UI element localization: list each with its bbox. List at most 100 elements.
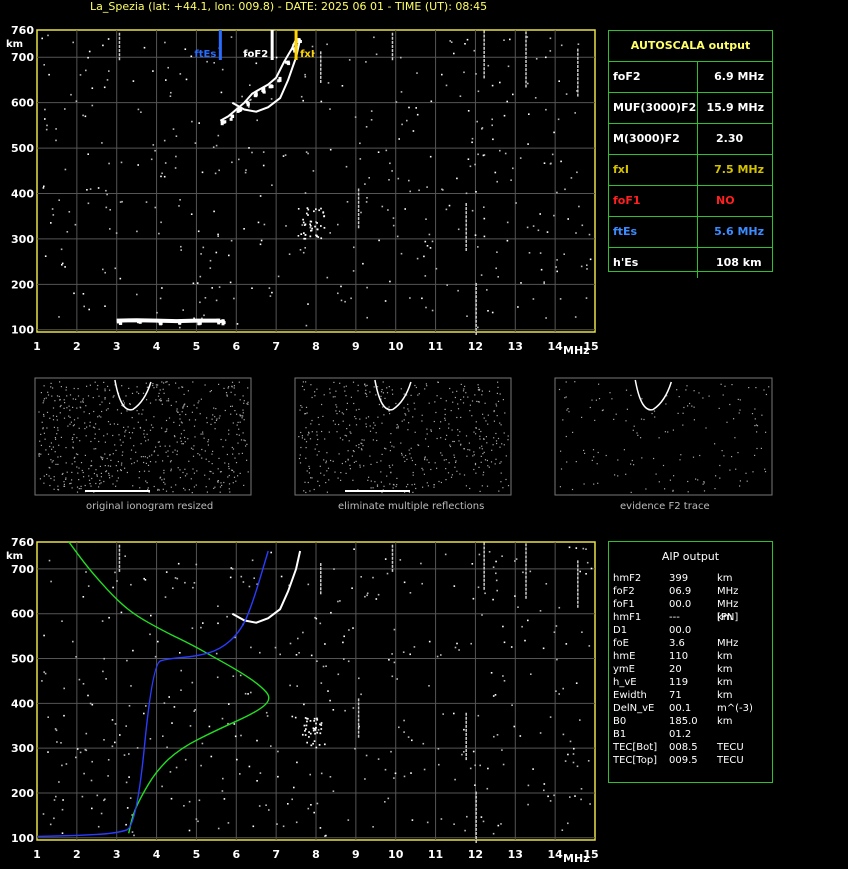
noise-dot [535, 58, 538, 60]
noise-dot [43, 185, 45, 188]
thumbnail-dot [176, 410, 178, 412]
noise-dot [438, 763, 440, 766]
noise-dot [547, 795, 549, 798]
thumbnail-dot [223, 481, 225, 484]
thumbnail-dot [155, 384, 157, 386]
thumbnail-dot [139, 487, 141, 489]
thumbnail-dot [363, 439, 365, 441]
thumbnail-dot [107, 465, 109, 467]
echo-cluster [309, 720, 312, 722]
thumbnail-dot [227, 476, 229, 478]
noise-dot [483, 206, 485, 208]
noise-dot [136, 747, 139, 749]
thumbnail-dot [146, 482, 148, 484]
thumbnail-dot [68, 405, 70, 407]
noise-dot [384, 801, 386, 803]
thumbnail-dot [72, 398, 74, 400]
thumbnail-dot [179, 477, 181, 479]
noise-dot [196, 282, 199, 284]
interference-streak [465, 712, 467, 716]
thumbnail-dot [597, 451, 599, 454]
noise-dot [203, 314, 205, 317]
interference-streak [391, 560, 394, 564]
thumbnail-dot [625, 420, 627, 422]
noise-dot [350, 297, 352, 300]
noise-dot [545, 583, 548, 585]
noise-dot [120, 161, 123, 164]
thumbnail-dot [415, 487, 417, 490]
noise-dot [353, 246, 355, 249]
thumbnail-dot [49, 417, 51, 419]
noise-dot [291, 715, 294, 718]
interference-streak [483, 71, 485, 75]
noise-dot [169, 95, 172, 97]
thumbnail-dot [89, 384, 91, 386]
thumbnail-dot [685, 389, 687, 391]
thumbnail-dot [597, 482, 599, 484]
aip-label: foE [613, 638, 629, 649]
thumbnail-dot [43, 432, 45, 434]
noise-dot [534, 97, 537, 99]
thumbnail-dot [155, 461, 157, 463]
noise-dot [297, 208, 300, 210]
thumbnail-dot [316, 431, 318, 433]
noise-dot [91, 703, 94, 706]
thumbnail-dot [103, 381, 105, 383]
thumbnail-dot [115, 465, 117, 467]
thumbnail-dot [222, 446, 224, 448]
noise-dot [527, 803, 529, 806]
thumbnail-dot [381, 453, 383, 455]
echo-cluster [308, 736, 310, 738]
thumbnail-dot [676, 389, 678, 391]
thumbnail-dot [148, 470, 150, 472]
thumbnail-dot [50, 477, 52, 480]
noise-dot [123, 754, 126, 756]
noise-dot [515, 202, 517, 204]
noise-dot [589, 258, 592, 261]
thumbnail-dot [196, 407, 198, 409]
thumbnail-dot [378, 403, 380, 406]
thumbnail-dot [362, 445, 364, 447]
noise-dot [44, 118, 46, 120]
noise-dot [275, 56, 278, 59]
thumbnail-dot [389, 441, 392, 443]
interference-streak [525, 571, 527, 575]
thumbnail-dot [768, 386, 770, 388]
thumbnail-dot [299, 462, 302, 464]
noise-dot [143, 712, 145, 715]
thumbnail-dot [381, 389, 383, 391]
echo-cluster [313, 740, 316, 743]
thumbnail-dot [307, 434, 309, 436]
thumbnail-dot [349, 424, 351, 426]
noise-dot [166, 746, 168, 749]
interference-streak [475, 827, 477, 831]
thumbnail-dot [325, 462, 327, 464]
thumbnail-dot [94, 381, 96, 383]
noise-dot [252, 825, 255, 828]
noise-dot [555, 266, 557, 268]
interference-streak [319, 75, 322, 79]
noise-dot [580, 788, 583, 790]
noise-dot [152, 70, 154, 72]
thumbnail-dot [460, 443, 462, 445]
thumbnail-dot [50, 386, 52, 388]
interference-streak [391, 36, 394, 40]
thumbnail-dot [665, 403, 667, 405]
interference-streak [465, 744, 467, 748]
echo-cluster [308, 731, 310, 733]
noise-dot [551, 153, 554, 156]
interference-streak [483, 67, 485, 71]
thumbnail-dot [469, 404, 471, 406]
thumbnail-dot [492, 444, 494, 446]
noise-dot [268, 809, 270, 811]
thumbnail-dot [311, 477, 313, 479]
thumbnail-dot [243, 439, 245, 441]
noise-dot [332, 790, 335, 792]
noise-dot [310, 804, 312, 806]
aip-unit: km [717, 612, 733, 623]
thumbnail-dot [181, 422, 183, 424]
thumbnail-dot [132, 485, 134, 487]
noise-dot [424, 275, 427, 277]
noise-dot [450, 41, 453, 43]
thumbnail-dot [81, 469, 83, 472]
